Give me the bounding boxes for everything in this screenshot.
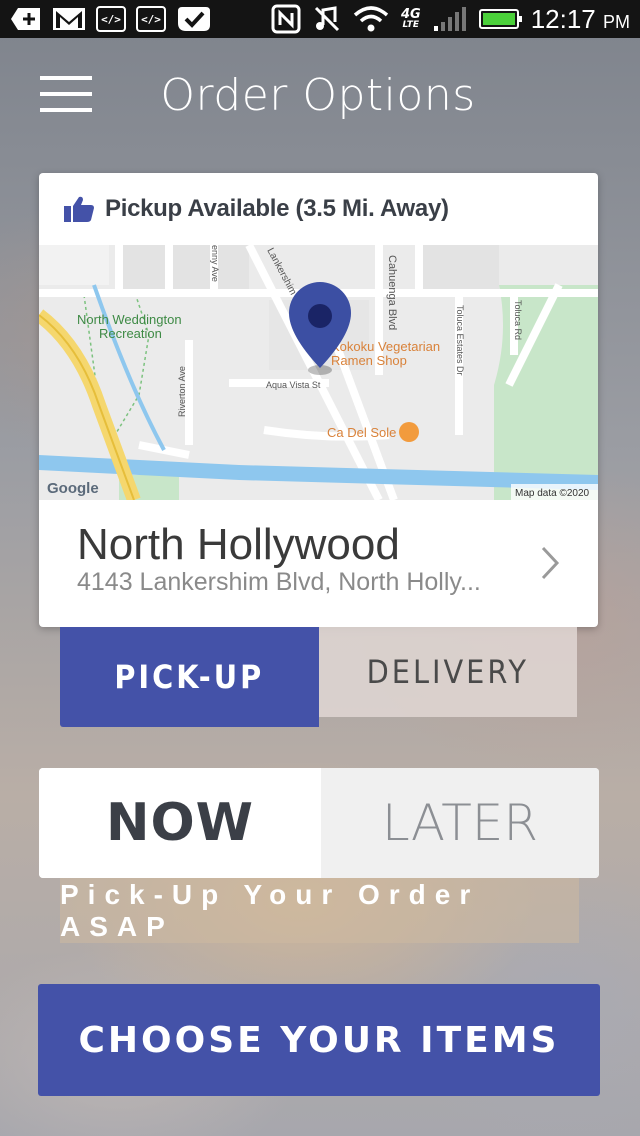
pickup-option[interactable]: PICK-UP (60, 627, 319, 727)
later-option[interactable]: LATER (321, 768, 599, 878)
now-option[interactable]: NOW (39, 768, 321, 878)
thumbs-up-icon (64, 196, 94, 222)
code-icon: </> (136, 6, 166, 32)
signal-icon (433, 7, 466, 31)
location-details[interactable]: North Hollywood 4143 Lankershim Blvd, No… (39, 500, 598, 627)
nfc-icon (271, 4, 301, 34)
code-icon: </> (96, 6, 126, 32)
clock: 12:17 PM (530, 3, 630, 34)
map-graphic: North Weddington Recreation Kokoku Veget… (39, 243, 598, 503)
map-label-park: North Weddington (77, 312, 182, 327)
add-icon (11, 8, 40, 30)
map-label-street1: Aqua Vista St (266, 380, 321, 390)
pickup-availability-text: Pickup Available (3.5 Mi. Away) (105, 195, 449, 222)
timing-toggle: NOW LATER (39, 768, 599, 878)
wifi-icon (353, 6, 389, 32)
map-label-park2: Recreation (99, 326, 162, 341)
map-label-street5: Riverton Ave (177, 366, 187, 417)
location-address: 4143 Lankershim Blvd, North Holly... (77, 568, 481, 596)
network-type: 4G LTE (400, 7, 421, 30)
map-label-restaurant1b: Ramen Shop (331, 353, 407, 368)
map-label-street2: Cahuenga Blvd (386, 255, 398, 330)
choose-items-button[interactable]: CHOOSE YOUR ITEMS (38, 984, 600, 1096)
google-logo: Google (47, 480, 99, 497)
location-map[interactable]: North Weddington Recreation Kokoku Veget… (39, 243, 598, 503)
location-name: North Hollywood (77, 520, 400, 569)
restaurant-icon (399, 422, 419, 442)
map-label-street7: enny Ave (210, 245, 220, 282)
page-title: Order Options (160, 70, 476, 121)
chevron-right-icon[interactable] (540, 546, 560, 580)
pickup-location-card[interactable]: Pickup Available (3.5 Mi. Away) North We… (39, 173, 598, 627)
map-attribution: Map data ©2020 (515, 488, 590, 499)
status-bar: </> </> 4G LTE 12:17 PM (0, 0, 640, 38)
timing-note: Pick-Up Your Order ASAP (60, 878, 579, 943)
battery-charging-icon (478, 9, 522, 29)
mute-icon (314, 6, 340, 32)
pickup-availability: Pickup Available (3.5 Mi. Away) (39, 173, 598, 245)
check-app-icon (178, 7, 210, 31)
map-label-restaurant1: Kokoku Vegetarian (331, 339, 440, 354)
fulfillment-toggle: PICK-UP DELIVERY (60, 627, 577, 727)
delivery-option[interactable]: DELIVERY (318, 627, 577, 717)
gmail-icon (53, 8, 85, 30)
map-label-restaurant2: Ca Del Sole (327, 425, 396, 440)
map-label-street3: Toluca Estates Dr (455, 305, 465, 376)
map-label-street4: Toluca Rd (513, 300, 523, 340)
